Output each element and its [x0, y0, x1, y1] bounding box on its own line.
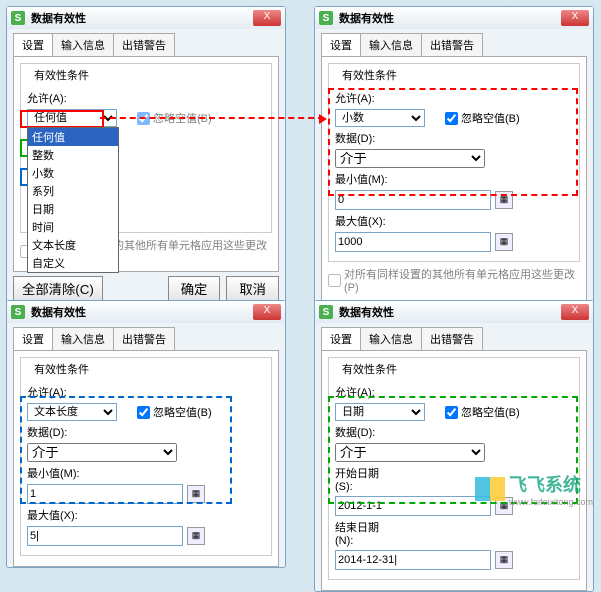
dialog-bottom-left: S 数据有效性X 设置输入信息出错警告 有效性条件 允许(A): 文本长度 忽略空值…: [6, 300, 286, 568]
app-icon: S: [319, 11, 333, 25]
close-icon[interactable]: X: [561, 10, 589, 26]
range-picker-icon[interactable]: ▦: [495, 551, 513, 569]
group-validity: 有效性条件: [31, 361, 92, 377]
label-allow: 允许(A):: [27, 90, 87, 106]
data-select[interactable]: 介于: [335, 149, 485, 168]
tab-settings[interactable]: 设置: [321, 327, 361, 350]
tab-error-alert[interactable]: 出错警告: [113, 327, 175, 350]
dd-custom[interactable]: 自定义: [28, 254, 118, 272]
dd-date[interactable]: 日期: [28, 200, 118, 218]
tab-input-msg[interactable]: 输入信息: [52, 33, 114, 56]
allow-dropdown-list: 任何值 整数 小数 系列 日期 时间 文本长度 自定义: [27, 127, 119, 273]
data-select[interactable]: 介于: [27, 443, 177, 462]
tab-settings[interactable]: 设置: [13, 327, 53, 350]
end-date-input[interactable]: [335, 550, 491, 570]
allow-select[interactable]: 小数: [335, 109, 425, 127]
cancel-button[interactable]: 取消: [226, 276, 279, 301]
ignore-blank-check[interactable]: 忽略空值(B): [445, 110, 520, 126]
start-date-input[interactable]: [335, 496, 491, 516]
window-title: 数据有效性: [31, 304, 253, 320]
ok-button[interactable]: 确定: [168, 276, 221, 301]
label-start-date: 开始日期(S):: [335, 465, 395, 493]
label-end-date: 结束日期(N):: [335, 519, 395, 547]
tab-settings[interactable]: 设置: [13, 33, 53, 56]
min-input[interactable]: [27, 484, 183, 504]
tab-input-msg[interactable]: 输入信息: [360, 327, 422, 350]
label-allow: 允许(A):: [335, 384, 395, 400]
app-icon: S: [11, 11, 25, 25]
label-data: 数据(D):: [335, 130, 395, 146]
tab-error-alert[interactable]: 出错警告: [113, 33, 175, 56]
tab-error-alert[interactable]: 出错警告: [421, 33, 483, 56]
dialog-bottom-right: S 数据有效性X 设置输入信息出错警告 有效性条件 允许(A): 日期 忽略空值(B…: [314, 300, 594, 592]
min-input[interactable]: [335, 190, 491, 210]
label-max: 最大值(X):: [335, 213, 395, 229]
dd-list[interactable]: 系列: [28, 182, 118, 200]
window-title: 数据有效性: [339, 304, 561, 320]
tab-error-alert[interactable]: 出错警告: [421, 327, 483, 350]
max-input[interactable]: [27, 526, 183, 546]
tab-input-msg[interactable]: 输入信息: [52, 327, 114, 350]
range-picker-icon[interactable]: ▦: [187, 527, 205, 545]
label-data: 数据(D):: [27, 424, 87, 440]
apply-all-check[interactable]: 对所有同样设置的其他所有单元格应用这些更改(P): [328, 266, 580, 294]
dd-textlen[interactable]: 文本长度: [28, 236, 118, 254]
range-picker-icon[interactable]: ▦: [495, 233, 513, 251]
arrow-to-decimal: [100, 117, 324, 119]
dd-time[interactable]: 时间: [28, 218, 118, 236]
app-icon: S: [11, 305, 25, 319]
dialog-top-left: S 数据有效性 X 设置 输入信息 出错警告 有效性条件 允许(A): 任何值 …: [6, 6, 286, 306]
dd-any[interactable]: 任何值: [28, 128, 118, 146]
tab-bar: 设置 输入信息 出错警告: [7, 29, 285, 56]
tab-input-msg[interactable]: 输入信息: [360, 33, 422, 56]
label-allow: 允许(A):: [27, 384, 87, 400]
range-picker-icon[interactable]: ▦: [495, 191, 513, 209]
max-input[interactable]: [335, 232, 491, 252]
ignore-blank-check[interactable]: 忽略空值(B): [137, 404, 212, 420]
tab-settings[interactable]: 设置: [321, 33, 361, 56]
group-validity: 有效性条件: [339, 67, 400, 83]
title-bar: S 数据有效性 X: [7, 7, 285, 29]
window-title: 数据有效性: [339, 10, 561, 26]
watermark-icon: [475, 477, 505, 501]
label-max: 最大值(X):: [27, 507, 87, 523]
app-icon: S: [319, 305, 333, 319]
close-icon[interactable]: X: [561, 304, 589, 320]
dd-decimal[interactable]: 小数: [28, 164, 118, 182]
close-icon[interactable]: X: [253, 304, 281, 320]
allow-select[interactable]: 文本长度: [27, 403, 117, 421]
dd-whole[interactable]: 整数: [28, 146, 118, 164]
range-picker-icon[interactable]: ▦: [187, 485, 205, 503]
label-data: 数据(D):: [335, 424, 395, 440]
group-validity: 有效性条件: [339, 361, 400, 377]
allow-select[interactable]: 日期: [335, 403, 425, 421]
label-min: 最小值(M):: [27, 465, 87, 481]
clear-all-button[interactable]: 全部清除(C): [13, 276, 103, 301]
data-select[interactable]: 介于: [335, 443, 485, 462]
group-validity: 有效性条件: [31, 67, 92, 83]
dialog-body: 有效性条件 允许(A): 任何值 忽略空值(B) 任何值 整数 小数 系列 日期…: [13, 56, 279, 272]
close-icon[interactable]: X: [253, 10, 281, 26]
ignore-blank-check[interactable]: 忽略空值(B): [445, 404, 520, 420]
window-title: 数据有效性: [31, 10, 253, 26]
label-allow: 允许(A):: [335, 90, 395, 106]
label-min: 最小值(M):: [335, 171, 395, 187]
watermark: 飞飞系统www.feifeixitong.com: [475, 471, 593, 507]
dialog-top-right: S数据有效性X 设置输入信息出错警告 有效性条件 允许(A): 小数忽略空值(B…: [314, 6, 594, 335]
